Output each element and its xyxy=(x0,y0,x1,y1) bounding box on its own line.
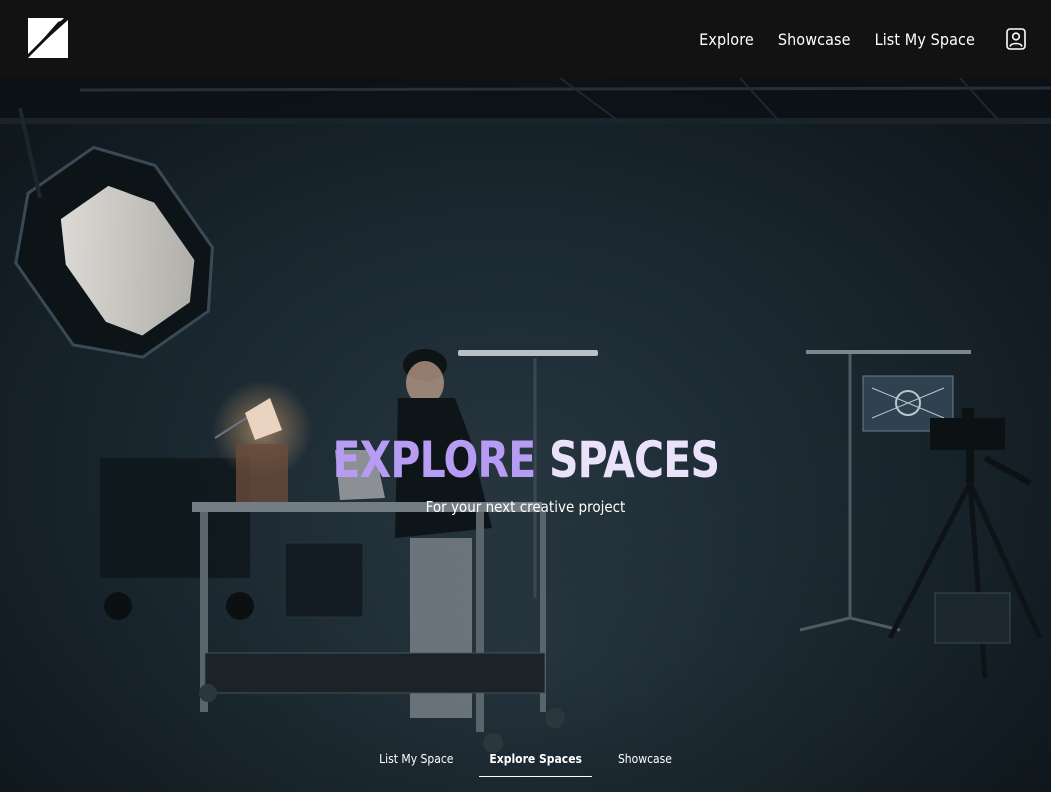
user-account-icon[interactable] xyxy=(1005,28,1027,50)
hero-text-block: EXPLORE SPACES For your next creative pr… xyxy=(0,430,1051,516)
nav-list-my-space-link[interactable]: List My Space xyxy=(875,30,975,49)
nav-explore-link[interactable]: Explore xyxy=(699,30,754,49)
tab-explore-spaces[interactable]: Explore Spaces xyxy=(479,744,592,777)
top-navigation-bar: Explore Showcase List My Space xyxy=(0,0,1051,78)
tab-list-my-space[interactable]: List My Space xyxy=(369,744,463,777)
main-nav: Explore Showcase List My Space xyxy=(699,0,1027,78)
hero-title-word-2: SPACES xyxy=(548,431,720,489)
hero-title: EXPLORE SPACES xyxy=(332,430,720,490)
hero-section: EXPLORE SPACES For your next creative pr… xyxy=(0,78,1051,792)
nav-showcase-link[interactable]: Showcase xyxy=(778,30,851,49)
hero-title-word-1: EXPLORE xyxy=(332,431,536,489)
hero-tabs: List My Space Explore Spaces Showcase xyxy=(0,744,1051,777)
tab-showcase[interactable]: Showcase xyxy=(608,744,682,777)
brand-logo-icon[interactable] xyxy=(28,18,68,58)
hero-subtitle: For your next creative project xyxy=(425,498,626,516)
